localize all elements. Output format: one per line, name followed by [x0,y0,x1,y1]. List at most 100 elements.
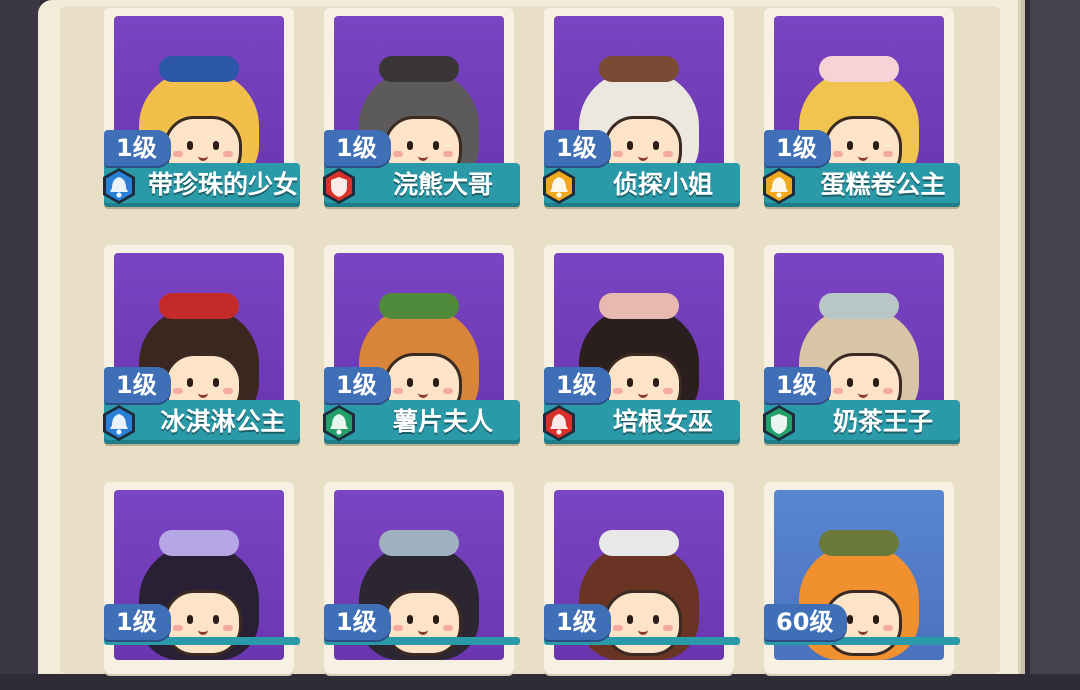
eye [407,615,413,624]
blush [883,388,893,394]
blush [833,151,843,157]
level-badge: 1级 [764,130,831,166]
character-face [384,590,462,656]
background-right-panel [1030,0,1080,674]
eye [653,141,659,150]
eye [627,378,633,387]
bell-icon-badge [540,167,578,205]
name-bar: 蛋糕卷公主 [763,163,960,207]
character-card[interactable]: 奶茶王子 1级 [756,245,962,453]
level-badge: 1级 [104,604,171,640]
eye [407,378,413,387]
character-accessory [599,293,679,319]
character-face [164,590,242,656]
eye [847,615,853,624]
blush [223,625,233,631]
blush [663,625,673,631]
character-accessory [379,56,459,82]
bell-icon-badge [540,404,578,442]
bell-icon-badge [760,167,798,205]
character-accessory [819,530,899,556]
blush [393,151,403,157]
blush [173,625,183,631]
name-bar: 冰淇淋公主 [103,400,300,444]
character-accessory [599,530,679,556]
character-card[interactable]: 蛋糕卷公主 1级 [756,8,962,216]
character-card[interactable]: 浣熊大哥 1级 [316,8,522,216]
blush [613,388,623,394]
character-accessory [379,530,459,556]
character-card[interactable]: 薯片夫人 1级 [316,245,522,453]
blush [883,151,893,157]
name-bar: 浣熊大哥 [323,163,520,207]
blush [443,388,453,394]
eye [433,141,439,150]
character-card[interactable]: 1级 [316,482,522,690]
page-edge [1021,0,1025,674]
bell-icon-badge [100,404,138,442]
eye [873,378,879,387]
eye [653,615,659,624]
character-name: 浣熊大哥 [392,170,493,199]
blush [613,625,623,631]
blush [223,151,233,157]
character-name: 培根女巫 [612,407,713,436]
character-name: 冰淇淋公主 [160,407,286,436]
level-badge: 1级 [544,130,611,166]
blush [393,625,403,631]
blush [613,151,623,157]
level-badge: 1级 [104,367,171,403]
character-card[interactable]: 培根女巫 1级 [536,245,742,453]
character-accessory [159,56,239,82]
character-card[interactable]: 冰淇淋公主 1级 [96,245,302,453]
blush [833,388,843,394]
character-accessory [379,293,459,319]
eye [213,615,219,624]
eye [433,615,439,624]
level-badge: 1级 [324,604,391,640]
character-card[interactable]: 1级 [536,482,742,690]
character-name: 奶茶王子 [832,407,933,436]
blush [663,151,673,157]
character-card[interactable]: 带珍珠的少女 1级 [96,8,302,216]
character-accessory [159,530,239,556]
mouth [638,390,648,398]
name-bar: 带珍珠的少女 [103,163,300,207]
mouth [198,390,208,398]
blush [663,388,673,394]
name-bar: 奶茶王子 [763,400,960,444]
bell-icon-badge [320,404,358,442]
mouth [858,153,868,161]
blush [443,151,453,157]
character-card[interactable]: 1级 [96,482,302,690]
mouth [638,153,648,161]
name-bar: 培根女巫 [543,400,740,444]
blush [223,388,233,394]
eye [653,378,659,387]
character-card[interactable]: 60级 [756,482,962,690]
blush [393,388,403,394]
eye [433,378,439,387]
character-grid: 带珍珠的少女 1级 浣熊大哥 1级 侦探小姐 1级 蛋糕卷公主 1级 冰淇淋公主 1级 薯片夫人 1级… [96,8,976,674]
eye [847,378,853,387]
mouth [198,627,208,635]
eye [407,141,413,150]
eye [213,141,219,150]
shield-icon-badge [760,404,798,442]
eye [847,141,853,150]
mouth [858,627,868,635]
blush [443,625,453,631]
level-badge: 1级 [104,130,171,166]
character-card[interactable]: 侦探小姐 1级 [536,8,742,216]
mouth [638,627,648,635]
eye [873,141,879,150]
character-accessory [819,56,899,82]
level-badge: 1级 [544,604,611,640]
eye [187,615,193,624]
mouth [198,153,208,161]
level-badge: 1级 [324,367,391,403]
mouth [418,153,428,161]
bell-icon-badge [100,167,138,205]
blush [173,151,183,157]
shield-icon-badge [320,167,358,205]
